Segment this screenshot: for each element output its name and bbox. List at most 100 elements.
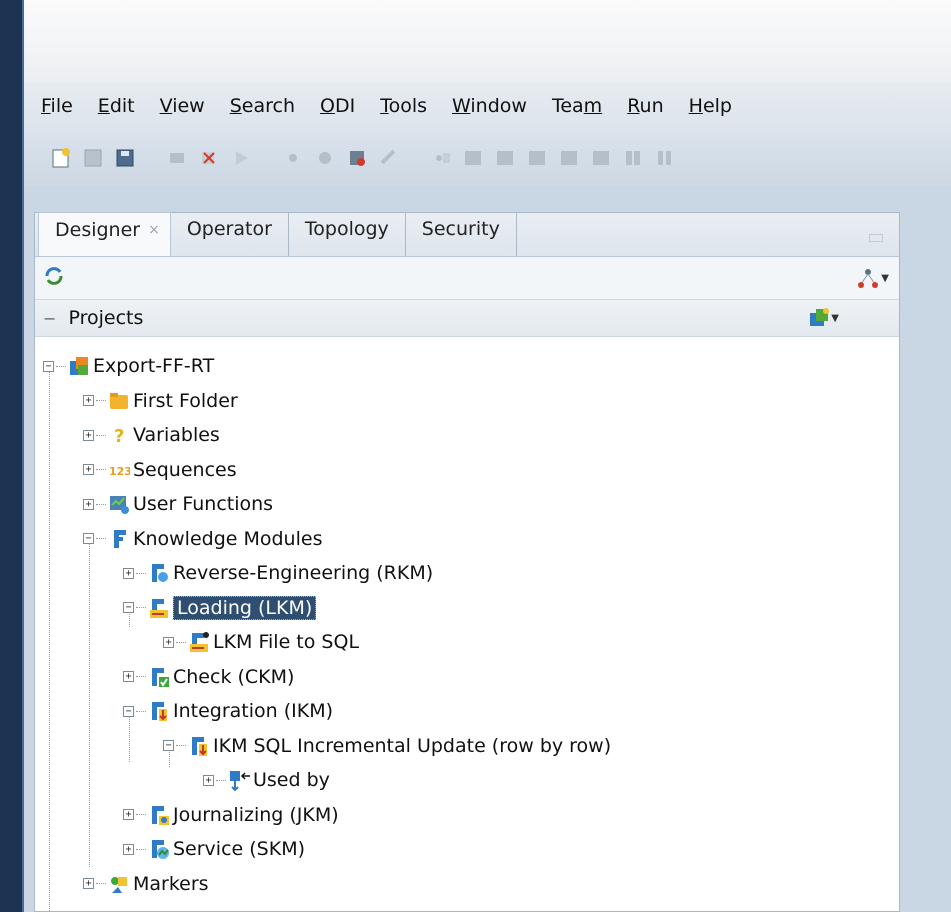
threads-icon[interactable] [622, 147, 644, 169]
tree-label: Export-FF-RT [93, 355, 215, 378]
lkm-icon [148, 597, 170, 619]
expand-icon[interactable]: + [83, 878, 94, 890]
menu-tools[interactable]: Tools [380, 95, 427, 117]
minimize-icon[interactable] [869, 234, 883, 242]
menu-team[interactable]: Team [552, 95, 602, 117]
sequence-icon: 123 [108, 459, 130, 481]
tree-label: LKM File to SQL [213, 631, 360, 654]
tree-node-used-by[interactable]: + Used by [35, 763, 899, 798]
pause-icon[interactable] [654, 147, 676, 169]
menu-search[interactable]: Search [230, 95, 295, 117]
tree-label: Sequences [133, 458, 237, 481]
breakpoint-icon[interactable] [282, 147, 304, 169]
tab-topology-label: Topology [304, 218, 389, 240]
collapse-icon[interactable]: − [43, 309, 56, 328]
collapse-icon[interactable]: − [123, 602, 134, 614]
ckm-icon [148, 666, 170, 688]
tree-node-ckm[interactable]: + Check (CKM) [35, 660, 899, 695]
cut-icon[interactable] [166, 147, 188, 169]
tab-operator[interactable]: Operator [171, 212, 289, 256]
ikm-module-icon [188, 735, 210, 757]
tree-label: Loading (LKM) [173, 595, 317, 620]
variable-icon: ? [108, 424, 130, 446]
navigator-toolbar: ▼ [35, 257, 899, 299]
delete-icon[interactable] [198, 147, 220, 169]
tree-node-variables[interactable]: + ? Variables [35, 418, 899, 453]
projects-section-header[interactable]: − Projects ▼ [35, 299, 899, 337]
skm-icon [148, 838, 170, 860]
new-icon[interactable] [50, 147, 72, 169]
tab-topology[interactable]: Topology [289, 212, 406, 256]
new-project-icon[interactable]: ▼ [807, 307, 839, 329]
menu-odi[interactable]: ODI [320, 95, 355, 117]
tree-label: IKM SQL Incremental Update (row by row) [213, 734, 612, 757]
ikm-icon [148, 700, 170, 722]
tree-node-jkm[interactable]: + Journalizing (JKM) [35, 798, 899, 833]
clear-icon[interactable] [378, 147, 400, 169]
save-icon[interactable] [82, 147, 104, 169]
tree-node-rkm[interactable]: + Reverse-Engineering (RKM) [35, 556, 899, 591]
menu-edit[interactable]: Edit [98, 95, 135, 117]
tree-label: First Folder [133, 389, 238, 412]
expand-icon[interactable]: + [123, 567, 134, 579]
tab-security-label: Security [421, 218, 500, 240]
expand-icon[interactable]: + [203, 774, 214, 786]
tree-node-project[interactable]: − Export-FF-RT [35, 349, 899, 384]
tree-node-skm[interactable]: + Service (SKM) [35, 832, 899, 867]
tree-node-knowledge-modules[interactable]: − Knowledge Modules [35, 522, 899, 557]
knowledge-module-icon [108, 528, 130, 550]
tree-node-lkm[interactable]: − Loading (LKM) [35, 591, 899, 626]
expand-icon[interactable]: + [123, 809, 134, 821]
suspend-icon[interactable] [590, 147, 612, 169]
menu-file[interactable]: File [41, 95, 73, 117]
tree-node-first-folder[interactable]: + First Folder [35, 384, 899, 419]
odi-studio-window: File Edit View Search ODI Tools Window Team Run H… [22, 0, 951, 912]
menu-help[interactable]: Help [689, 95, 732, 117]
tab-designer[interactable]: Designer × [38, 212, 171, 256]
tree-node-lkm-file-to-sql[interactable]: + LKM File to SQL [35, 625, 899, 660]
resume-icon[interactable] [558, 147, 580, 169]
tree-label: Check (CKM) [173, 665, 295, 688]
lkm-module-icon [188, 631, 210, 653]
debug-icon[interactable] [314, 147, 336, 169]
tab-security[interactable]: Security [406, 212, 517, 256]
connect-navigator-icon[interactable]: ▼ [855, 267, 889, 289]
run-icon[interactable] [230, 147, 252, 169]
tree-label: Variables [133, 424, 220, 447]
refresh-icon[interactable] [43, 265, 65, 291]
tree-node-user-functions[interactable]: + User Functions [35, 487, 899, 522]
folder-icon [108, 390, 130, 412]
title-bar [24, 0, 951, 82]
menu-view[interactable]: View [160, 95, 205, 117]
collapse-icon[interactable]: − [83, 533, 94, 545]
debug-session-icon[interactable] [346, 147, 368, 169]
collapse-icon[interactable]: − [123, 705, 134, 717]
projects-tree: − Export-FF-RT + First Folder + ? Variab… [35, 337, 899, 912]
expand-icon[interactable]: + [83, 395, 94, 407]
save-all-icon[interactable] [114, 147, 136, 169]
expand-icon[interactable]: + [163, 636, 174, 648]
tree-node-ikm-sql-incremental[interactable]: − IKM SQL Incremental Update (row by row… [35, 729, 899, 764]
expand-icon[interactable]: + [123, 671, 134, 683]
tree-node-sequences[interactable]: + 123 Sequences [35, 453, 899, 488]
step-icon[interactable] [430, 147, 452, 169]
step-over-icon[interactable] [494, 147, 516, 169]
collapse-icon[interactable]: − [163, 740, 174, 752]
step-into-icon[interactable] [462, 147, 484, 169]
marker-icon [108, 873, 130, 895]
menu-run[interactable]: Run [627, 95, 663, 117]
expand-icon[interactable]: + [123, 843, 134, 855]
projects-title: Projects [68, 307, 144, 329]
menu-window[interactable]: Window [452, 95, 527, 117]
close-icon[interactable]: × [148, 222, 160, 238]
expand-icon[interactable]: + [83, 429, 94, 441]
step-out-icon[interactable] [526, 147, 548, 169]
tree-node-markers[interactable]: + Markers [35, 867, 899, 902]
collapse-icon[interactable]: − [43, 360, 54, 372]
expand-icon[interactable]: + [83, 498, 94, 510]
tree-label: Reverse-Engineering (RKM) [173, 562, 434, 585]
tree-node-ikm[interactable]: − Integration (IKM) [35, 694, 899, 729]
navigator-tabs: Designer × Operator Topology Security [35, 212, 899, 257]
expand-icon[interactable]: + [83, 464, 94, 476]
user-function-icon [108, 493, 130, 515]
